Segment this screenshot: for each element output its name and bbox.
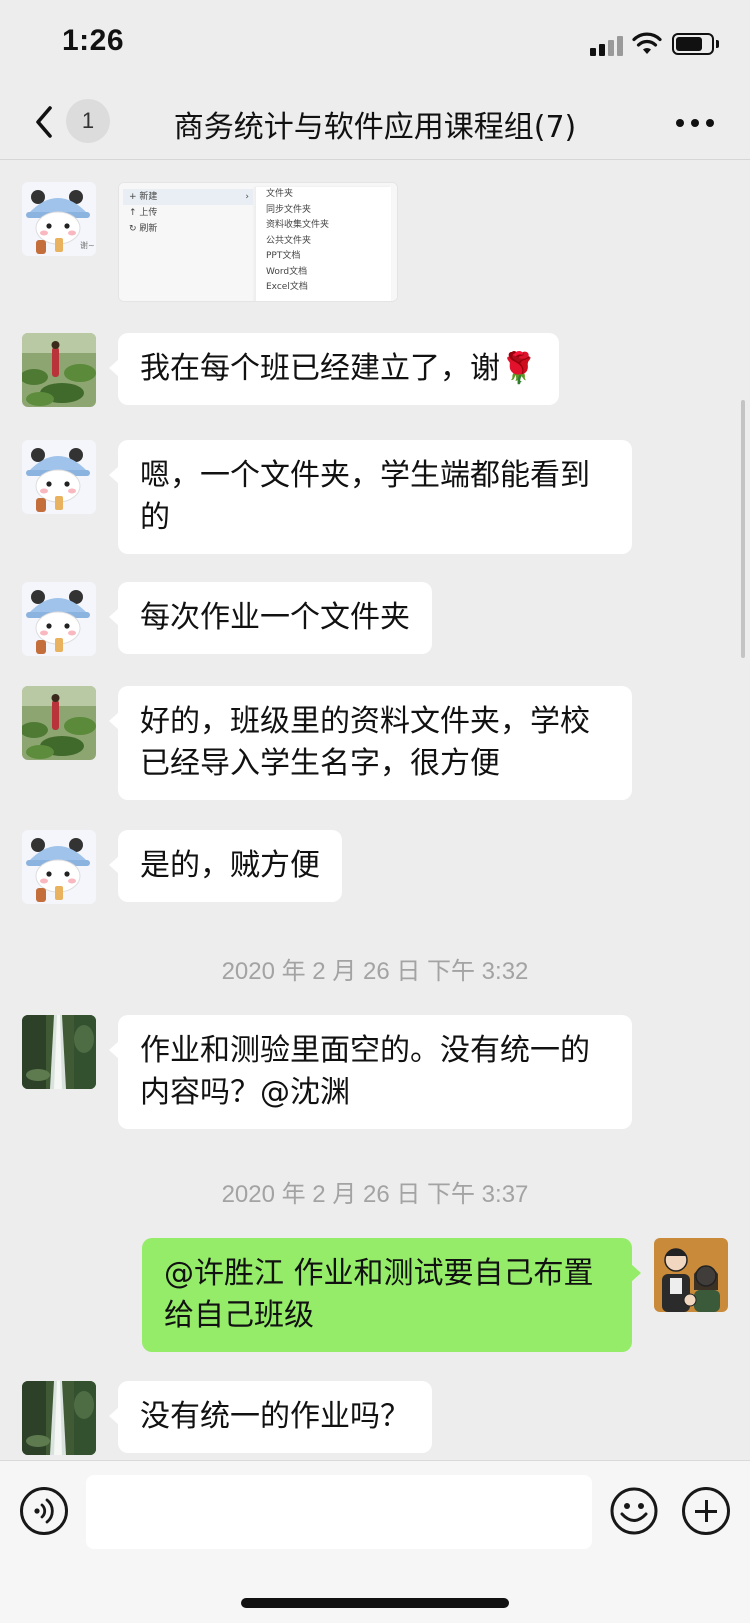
avatar-caption: 谢~ bbox=[80, 240, 95, 250]
battery-icon bbox=[672, 33, 714, 55]
more-dots-icon[interactable] bbox=[672, 106, 718, 136]
screenshot-submenu-item: Excel文档 bbox=[266, 282, 308, 292]
chat-timestamp: 2020 年 2 月 26 日 下午 3:37 bbox=[221, 1181, 529, 1208]
self-avatar[interactable] bbox=[654, 1238, 728, 1312]
battery-cap bbox=[716, 40, 719, 48]
chat-title: 商务统计与软件应用课程组(7) bbox=[173, 110, 577, 145]
message-input[interactable] bbox=[86, 1475, 592, 1549]
cellular-signal-icon bbox=[590, 34, 624, 56]
message-bubble[interactable]: 每次作业一个文件夹 bbox=[109, 582, 432, 654]
lotus-avatar[interactable] bbox=[22, 686, 96, 760]
chat-timestamp: 2020 年 2 月 26 日 下午 3:32 bbox=[221, 958, 529, 985]
panda-avatar[interactable] bbox=[22, 440, 96, 514]
panda-avatar[interactable]: 谢~ bbox=[22, 182, 96, 256]
waterfall-avatar[interactable] bbox=[22, 1015, 96, 1089]
back-chevron-icon[interactable] bbox=[28, 98, 62, 146]
scroll-indicator[interactable] bbox=[741, 400, 745, 658]
emoji-icon[interactable] bbox=[610, 1487, 658, 1535]
message-bubble[interactable]: 作业和测验里面空的。没有统一的内容吗？@沈渊 bbox=[109, 1015, 632, 1129]
lotus-avatar[interactable] bbox=[22, 333, 96, 407]
screenshot-menu-item: ↻ 刷新 bbox=[129, 224, 158, 234]
status-bar: 1:26 bbox=[0, 0, 750, 88]
screenshot-submenu-item: 公共文件夹 bbox=[266, 235, 312, 246]
message-bubble[interactable]: 我在每个班已经建立了，谢🌹 bbox=[108, 333, 560, 405]
header-divider bbox=[0, 159, 750, 160]
home-indicator[interactable] bbox=[241, 1598, 509, 1608]
screenshot-menu-item: + 新建 › bbox=[123, 189, 253, 205]
status-time: 1:26 bbox=[62, 24, 125, 57]
screenshot-submenu-item: PPT文档 bbox=[266, 251, 301, 261]
screenshot-submenu-item: 文件夹 bbox=[266, 189, 294, 199]
screenshot-menu-left: + 新建 › ↑ 上传 ↻ 刷新 bbox=[123, 189, 253, 237]
battery-level-fill bbox=[676, 37, 702, 51]
panda-avatar[interactable] bbox=[22, 830, 96, 904]
unread-count-badge[interactable]: 1 bbox=[66, 99, 110, 143]
panda-avatar[interactable] bbox=[22, 582, 96, 656]
screenshot-submenu-item: 同步文件夹 bbox=[266, 204, 312, 215]
screenshot-menu-right: 文件夹 同步文件夹 资料收集文件夹 公共文件夹 PPT文档 Word文档 Exc… bbox=[255, 187, 391, 301]
screenshot-image-message[interactable]: + 新建 › ↑ 上传 ↻ 刷新 文件夹 同步文件夹 资料收集文件夹 公共文件夹… bbox=[118, 182, 398, 302]
message-bubble[interactable]: 好的，班级里的资料文件夹，学校已经导入学生名字，很方便 bbox=[109, 686, 632, 800]
message-bubble[interactable]: 嗯，一个文件夹，学生端都能看到的 bbox=[109, 440, 632, 554]
plus-icon[interactable] bbox=[682, 1487, 730, 1535]
chat-header: 1 商务统计与软件应用课程组(7) bbox=[0, 88, 750, 160]
voice-icon[interactable] bbox=[20, 1487, 68, 1535]
message-bubble[interactable]: 是的，贼方便 bbox=[109, 830, 342, 902]
message-bubble[interactable]: 没有统一的作业吗？ bbox=[109, 1381, 432, 1453]
wifi-icon bbox=[632, 32, 662, 54]
screenshot-submenu-item: Word文档 bbox=[266, 266, 308, 277]
waterfall-avatar[interactable] bbox=[22, 1381, 96, 1455]
screenshot-menu-item: ↑ 上传 bbox=[129, 208, 158, 218]
screenshot-submenu-item: 资料收集文件夹 bbox=[266, 220, 330, 230]
self-message-bubble[interactable]: @许胜江 作业和测试要自己布置给自己班级 bbox=[142, 1238, 641, 1352]
